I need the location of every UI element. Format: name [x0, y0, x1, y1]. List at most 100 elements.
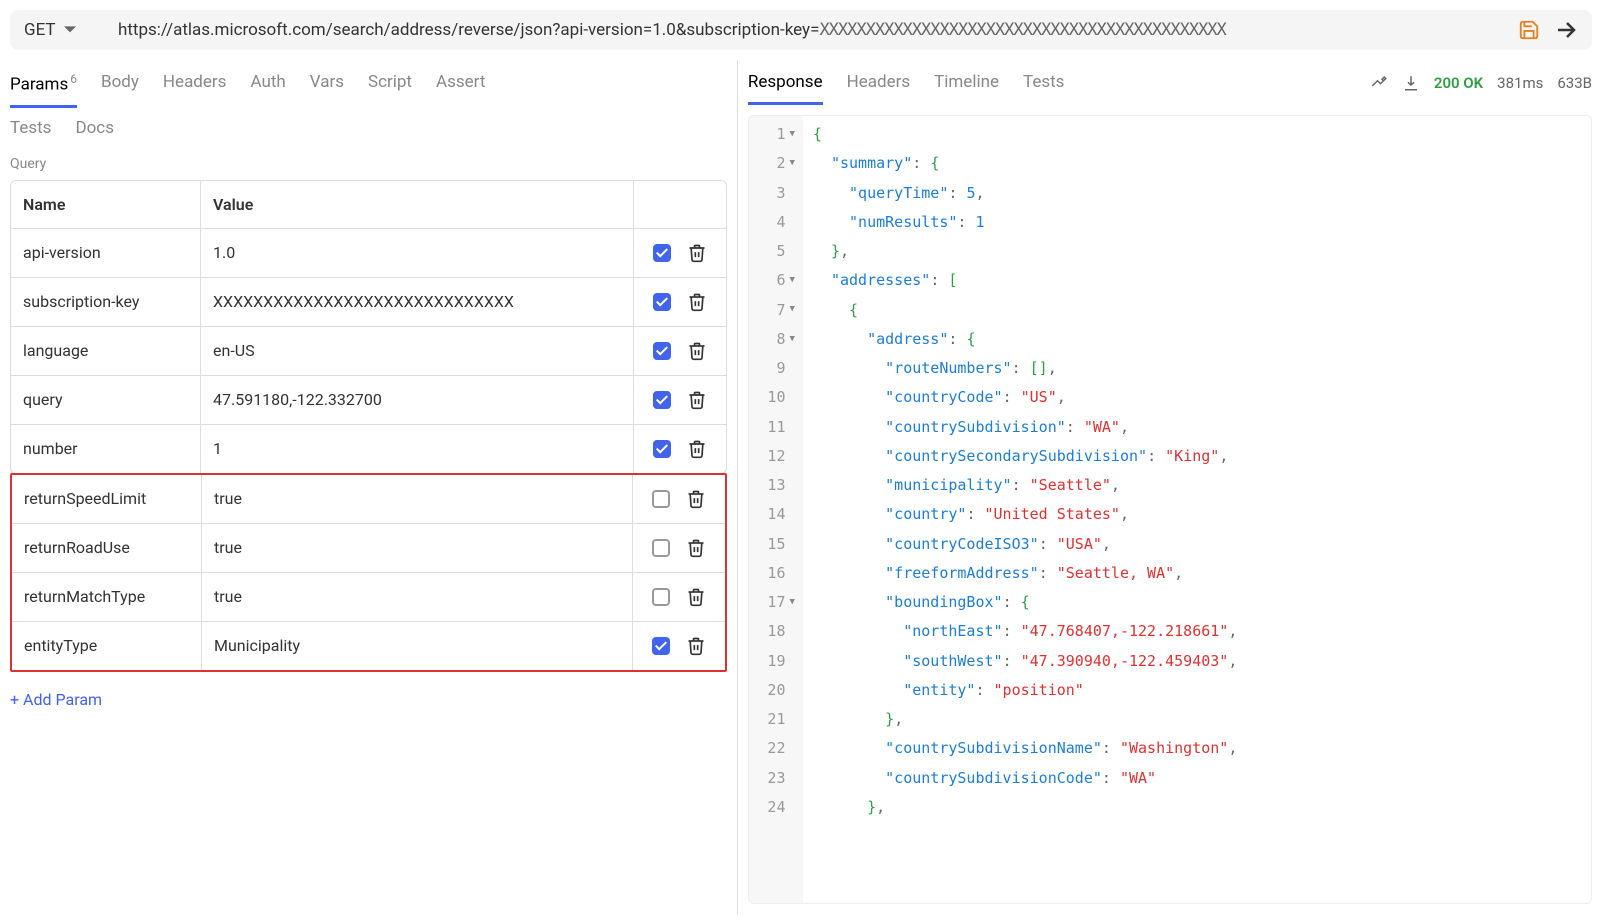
url-key-masked: XXXXXXXXXXXXXXXXXXXXXXXXXXXXXXXXXXXXXXXX… — [819, 20, 1225, 40]
request-tabs: Params6 Body Headers Auth Vars Script As… — [10, 60, 727, 108]
tab-script[interactable]: Script — [368, 72, 412, 108]
fold-arrow-icon[interactable]: ▼ — [789, 331, 794, 349]
code-line: "entity": "position" — [813, 676, 1237, 705]
status-code: 200 OK — [1434, 74, 1483, 92]
param-name[interactable]: api-version — [11, 229, 201, 277]
line-number: 20 — [753, 676, 795, 705]
param-enable-checkbox[interactable] — [652, 588, 670, 606]
response-time: 381ms — [1497, 74, 1543, 92]
param-value[interactable]: en-US — [201, 327, 634, 375]
code-line: }, — [813, 793, 1237, 822]
param-value[interactable]: true — [202, 524, 633, 572]
tab-resp-tests[interactable]: Tests — [1023, 72, 1064, 105]
fold-arrow-icon[interactable]: ▼ — [789, 301, 794, 319]
code-line: "boundingBox": { — [813, 588, 1237, 617]
param-enable-checkbox[interactable] — [653, 440, 671, 458]
line-number: 7 ▼ — [753, 296, 795, 325]
line-number: 17 ▼ — [753, 588, 795, 617]
code-line: "northEast": "47.768407,-122.218661", — [813, 617, 1237, 646]
method-label: GET — [24, 20, 56, 40]
line-number: 15 — [753, 530, 795, 559]
col-name: Name — [11, 181, 201, 228]
param-value[interactable]: 1.0 — [201, 229, 634, 277]
response-tabs: Response Headers Timeline Tests — [748, 60, 1065, 105]
code-line: "routeNumbers": [], — [813, 354, 1237, 383]
param-value[interactable]: true — [202, 475, 633, 523]
fold-arrow-icon[interactable]: ▼ — [789, 594, 794, 612]
param-row: languageen-US — [11, 327, 726, 376]
tab-assert[interactable]: Assert — [436, 72, 485, 108]
line-number: 4 — [753, 208, 795, 237]
param-name[interactable]: returnMatchType — [12, 573, 202, 621]
param-enable-checkbox[interactable] — [652, 490, 670, 508]
add-param-button[interactable]: + Add Param — [10, 690, 727, 709]
param-name[interactable]: returnRoadUse — [12, 524, 202, 572]
trash-icon[interactable] — [687, 243, 707, 263]
param-enable-checkbox[interactable] — [652, 539, 670, 557]
tab-body[interactable]: Body — [101, 72, 139, 108]
trash-icon[interactable] — [687, 390, 707, 410]
trash-icon[interactable] — [687, 292, 707, 312]
code-line: { — [813, 120, 1237, 149]
param-row: returnSpeedLimittrue — [12, 475, 725, 524]
param-row: subscription-keyXXXXXXXXXXXXXXXXXXXXXXXX… — [11, 278, 726, 327]
fold-arrow-icon[interactable]: ▼ — [789, 272, 794, 290]
url-prefix: https://atlas.microsoft.com/search/addre… — [118, 20, 819, 40]
param-enable-checkbox[interactable] — [653, 391, 671, 409]
url-input[interactable]: https://atlas.microsoft.com/search/addre… — [118, 20, 1504, 40]
code-line: "freeformAddress": "Seattle, WA", — [813, 559, 1237, 588]
param-name[interactable]: entityType — [12, 622, 202, 670]
tab-timeline[interactable]: Timeline — [934, 72, 999, 105]
tab-resp-headers[interactable]: Headers — [847, 72, 911, 105]
param-name[interactable]: returnSpeedLimit — [12, 475, 202, 523]
param-value[interactable]: Municipality — [202, 622, 633, 670]
line-number: 16 — [753, 559, 795, 588]
method-select[interactable]: GET — [24, 20, 104, 40]
save-icon[interactable] — [1518, 19, 1540, 41]
param-name[interactable]: number — [11, 425, 201, 473]
line-number: 9 — [753, 354, 795, 383]
param-name[interactable]: language — [11, 327, 201, 375]
line-number: 11 — [753, 413, 795, 442]
tab-params[interactable]: Params6 — [10, 72, 77, 108]
subtab-docs[interactable]: Docs — [75, 118, 114, 138]
line-number: 3 — [753, 179, 795, 208]
trash-icon[interactable] — [686, 587, 706, 607]
trash-icon[interactable] — [686, 636, 706, 656]
tab-headers[interactable]: Headers — [163, 72, 227, 108]
download-icon[interactable] — [1402, 74, 1420, 92]
code-line: "countryCodeISO3": "USA", — [813, 530, 1237, 559]
url-bar: GET https://atlas.microsoft.com/search/a… — [10, 10, 1592, 50]
trash-icon[interactable] — [686, 489, 706, 509]
tab-response[interactable]: Response — [748, 72, 823, 105]
param-value[interactable]: 47.591180,-122.332700 — [201, 376, 634, 424]
param-name[interactable]: subscription-key — [11, 278, 201, 326]
param-enable-checkbox[interactable] — [653, 244, 671, 262]
response-size: 633B — [1557, 74, 1592, 92]
code-line: "queryTime": 5, — [813, 179, 1237, 208]
response-body[interactable]: 1 ▼2 ▼3 4 5 6 ▼7 ▼8 ▼9 10 11 12 13 14 15… — [748, 115, 1592, 904]
trash-icon[interactable] — [687, 341, 707, 361]
param-value[interactable]: 1 — [201, 425, 634, 473]
request-subtabs: Tests Docs — [10, 108, 727, 148]
line-number: 12 — [753, 442, 795, 471]
param-value[interactable]: true — [202, 573, 633, 621]
trash-icon[interactable] — [687, 439, 707, 459]
send-arrow-icon[interactable] — [1554, 18, 1578, 42]
fold-arrow-icon[interactable]: ▼ — [789, 126, 794, 144]
tab-auth[interactable]: Auth — [250, 72, 285, 108]
code-line: "address": { — [813, 325, 1237, 354]
param-enable-checkbox[interactable] — [653, 293, 671, 311]
subtab-tests[interactable]: Tests — [10, 118, 51, 138]
param-enable-checkbox[interactable] — [652, 637, 670, 655]
tab-vars[interactable]: Vars — [310, 72, 344, 108]
code-line: { — [813, 296, 1237, 325]
param-value[interactable]: XXXXXXXXXXXXXXXXXXXXXXXXXXXXXX — [201, 278, 634, 326]
clear-icon[interactable] — [1370, 74, 1388, 92]
param-enable-checkbox[interactable] — [653, 342, 671, 360]
trash-icon[interactable] — [686, 538, 706, 558]
code-line: }, — [813, 705, 1237, 734]
param-row: api-version1.0 — [11, 229, 726, 278]
fold-arrow-icon[interactable]: ▼ — [789, 155, 794, 173]
param-name[interactable]: query — [11, 376, 201, 424]
